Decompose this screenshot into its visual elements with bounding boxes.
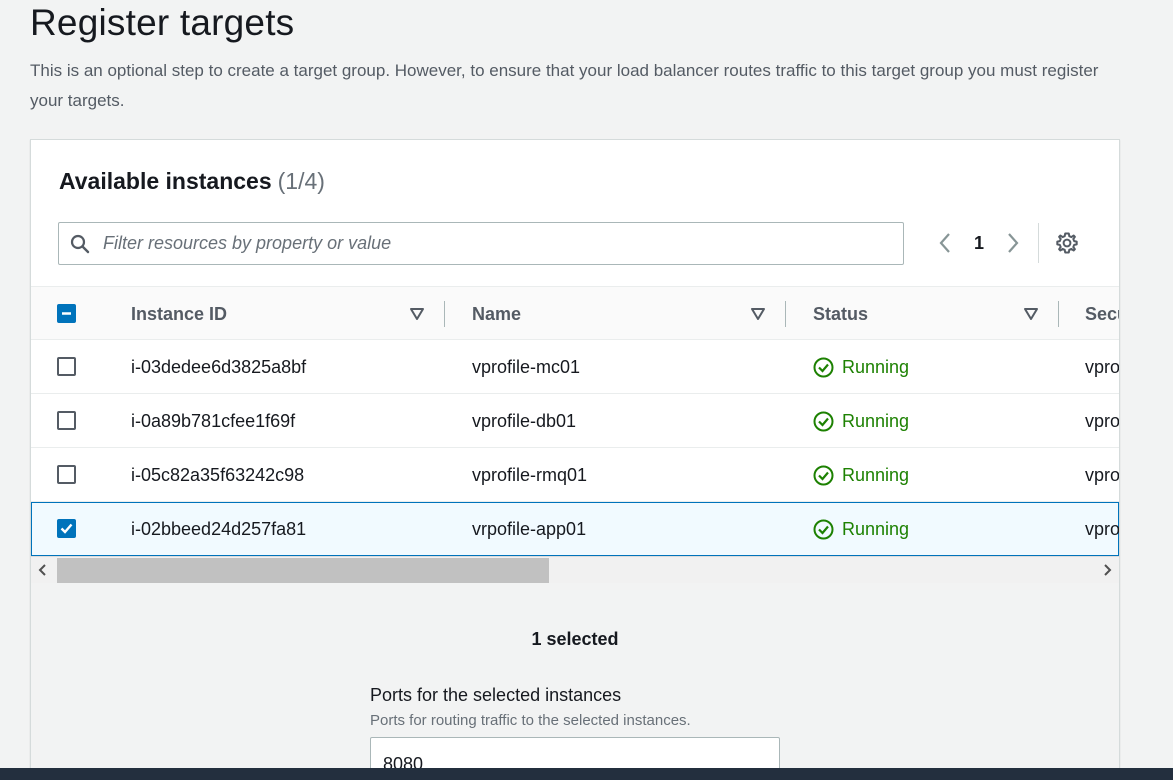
status-cell: Running (813, 340, 909, 394)
checkbox-indeterminate-icon (62, 312, 71, 315)
table-header: Instance ID Name Status Secu (31, 286, 1119, 340)
table-row[interactable]: i-05c82a35f63242c98 vprofile-rmq01 Runni… (31, 448, 1119, 502)
instance-id-cell: i-0a89b781cfee1f69f (131, 410, 296, 431)
panel-heading-label: Available instances (59, 168, 272, 194)
status-cell: Running (813, 502, 909, 556)
search-icon (70, 234, 90, 254)
column-resizer[interactable] (444, 301, 445, 327)
security-cell: vpro (1085, 464, 1119, 485)
status-check-icon (813, 519, 834, 539)
name-cell: vprofile-rmq01 (472, 464, 588, 485)
pager-divider (1038, 223, 1040, 263)
status-label: Running (842, 356, 910, 377)
available-instances-panel: Available instances(1/4) 1 (30, 139, 1120, 780)
row-checkbox[interactable] (57, 357, 76, 376)
scroll-left-icon[interactable] (31, 557, 55, 583)
status-check-icon (813, 357, 834, 377)
security-cell: vpro (1085, 356, 1119, 377)
row-checkbox-checked[interactable] (57, 519, 76, 538)
column-header-name[interactable]: Name (472, 287, 521, 341)
current-page-number[interactable]: 1 (974, 233, 984, 254)
sort-icon[interactable] (409, 306, 425, 322)
security-cell: vpro (1085, 518, 1119, 539)
selected-count: 1 selected (531, 629, 619, 649)
sort-icon[interactable] (750, 306, 766, 322)
scrollbar-thumb[interactable] (57, 558, 549, 583)
status-check-icon (813, 411, 834, 431)
filter-input[interactable] (103, 223, 893, 264)
table-row-selected[interactable]: i-02bbeed24d257fa81 vrpofile-app01 Runni… (31, 502, 1119, 556)
chevron-right-icon[interactable] (1004, 229, 1022, 257)
footer-bar (0, 768, 1173, 780)
page-title: Register targets (30, 2, 295, 43)
instance-id-cell: i-02bbeed24d257fa81 (131, 518, 307, 539)
instance-id-cell: i-05c82a35f63242c98 (131, 464, 305, 485)
status-cell: Running (813, 394, 909, 448)
filter-box[interactable] (58, 222, 904, 265)
checkmark-icon (60, 523, 73, 534)
column-header-security[interactable]: Secu (1085, 287, 1119, 341)
ports-help-text: Ports for routing traffic to the selecte… (370, 712, 691, 729)
status-label: Running (842, 464, 910, 485)
table-row[interactable]: i-03dedee6d3825a8bf vprofile-mc01 Runnin… (31, 340, 1119, 394)
status-cell: Running (813, 448, 909, 502)
security-cell: vpro (1085, 410, 1119, 431)
instances-table: Instance ID Name Status Secu i-03dedee6d… (31, 286, 1119, 582)
page-description: This is an optional step to create a tar… (30, 61, 1099, 110)
horizontal-scrollbar[interactable] (31, 556, 1119, 583)
table-row[interactable]: i-0a89b781cfee1f69f vprofile-db01 Runnin… (31, 394, 1119, 448)
name-cell: vprofile-db01 (472, 410, 577, 431)
pagination: 1 (936, 223, 1079, 263)
name-cell: vprofile-mc01 (472, 356, 581, 377)
instance-count: (1/4) (277, 168, 325, 194)
column-header-status[interactable]: Status (813, 287, 868, 341)
ports-label: Ports for the selected instances (370, 685, 622, 705)
chevron-left-icon[interactable] (936, 229, 954, 257)
name-cell: vrpofile-app01 (472, 518, 587, 539)
status-label: Running (842, 518, 910, 539)
scroll-right-icon[interactable] (1095, 557, 1119, 583)
status-label: Running (842, 410, 910, 431)
sort-icon[interactable] (1023, 306, 1039, 322)
column-resizer[interactable] (1058, 301, 1059, 327)
select-all-checkbox[interactable] (57, 304, 76, 323)
column-header-instance-id[interactable]: Instance ID (131, 287, 227, 341)
settings-gear-icon[interactable] (1055, 231, 1079, 255)
register-targets-page: Register targets This is an optional ste… (0, 0, 1173, 780)
status-check-icon (813, 465, 834, 485)
column-resizer[interactable] (785, 301, 786, 327)
row-checkbox[interactable] (57, 465, 76, 484)
panel-heading: Available instances (1/4) (59, 168, 325, 195)
row-checkbox[interactable] (57, 411, 76, 430)
instance-id-cell: i-03dedee6d3825a8bf (131, 356, 307, 377)
